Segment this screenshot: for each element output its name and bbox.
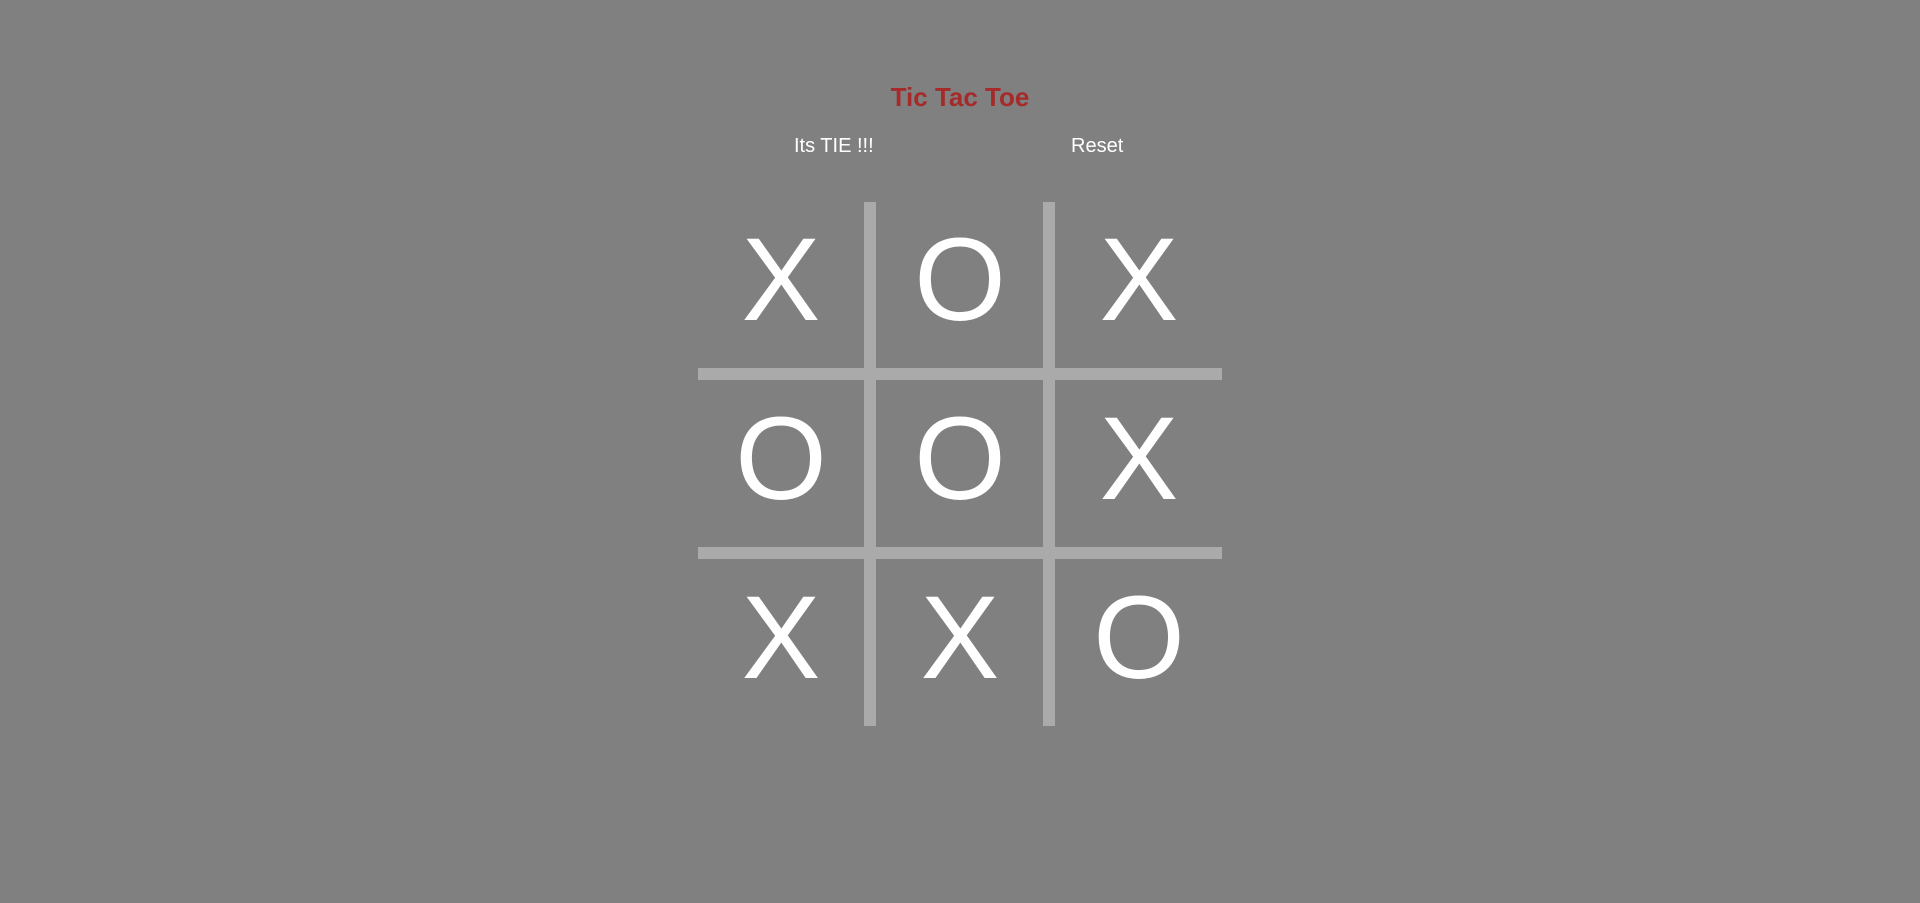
game-status: Its TIE !!! — [794, 135, 874, 157]
game-page: Tic Tac Toe Its TIE !!! Reset X O X O O … — [0, 0, 1920, 903]
cell-mark: X — [1099, 393, 1179, 525]
grid-line-vertical-2 — [1043, 202, 1055, 726]
board-cell-4[interactable]: O — [877, 381, 1043, 547]
cell-mark: X — [920, 572, 1000, 704]
cell-mark: O — [914, 214, 1006, 346]
grid-line-horizontal-1 — [698, 368, 1222, 380]
board-cell-3[interactable]: O — [698, 381, 864, 547]
grid-line-horizontal-2 — [698, 547, 1222, 559]
game-board: X O X O O X X X O — [698, 202, 1222, 726]
board-cell-1[interactable]: O — [877, 202, 1043, 368]
cell-mark: X — [741, 214, 821, 346]
board-cell-2[interactable]: X — [1056, 202, 1222, 368]
board-cell-0[interactable]: X — [698, 202, 864, 368]
cell-mark: O — [914, 393, 1006, 525]
board-cell-8[interactable]: O — [1056, 560, 1222, 726]
board-cell-6[interactable]: X — [698, 560, 864, 726]
cell-mark: O — [735, 393, 827, 525]
cell-mark: X — [1099, 214, 1179, 346]
board-cell-7[interactable]: X — [877, 560, 1043, 726]
reset-button[interactable]: Reset — [1071, 133, 1123, 159]
cell-mark: O — [1093, 572, 1185, 704]
board-cell-5[interactable]: X — [1056, 381, 1222, 547]
page-title: Tic Tac Toe — [890, 82, 1030, 112]
grid-line-vertical-1 — [864, 202, 876, 726]
cell-mark: X — [741, 572, 821, 704]
